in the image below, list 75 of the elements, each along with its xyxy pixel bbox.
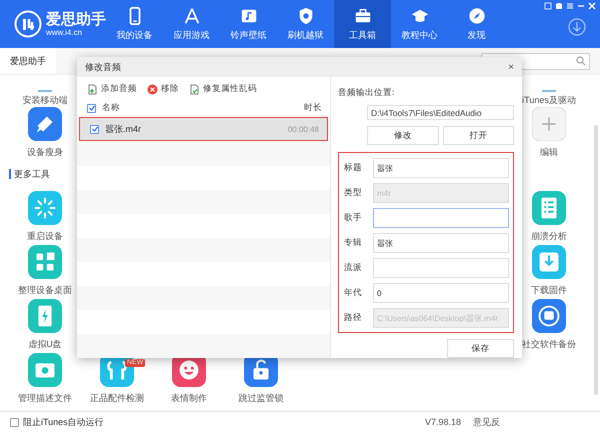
nav-tab[interactable]: 工具箱 xyxy=(334,0,391,48)
feedback-link[interactable]: 意见反 xyxy=(473,416,500,428)
toolbar-button[interactable]: 移除 xyxy=(147,83,179,95)
path-button[interactable]: 打开 xyxy=(442,126,514,145)
app-name: 爱思助手 xyxy=(46,12,106,28)
file-name: 嚣张.m4r xyxy=(105,122,142,136)
column-header[interactable]: 名称 xyxy=(102,102,298,114)
toolbar-button[interactable]: 修复属性乱码 xyxy=(189,83,257,95)
toolbar-button[interactable]: 添加音频 xyxy=(87,83,137,95)
file-row[interactable]: 嚣张.m4r 00:00:48 xyxy=(79,117,328,141)
checkbox[interactable] xyxy=(10,418,19,426)
tool-label: 正品配件检测 xyxy=(90,392,144,405)
tool-label: 跳过监管锁 xyxy=(238,392,284,405)
section-title: 更多工具 xyxy=(9,169,50,179)
remove-icon xyxy=(147,84,158,94)
shield-icon xyxy=(296,6,314,24)
website-url: www.i4.cn xyxy=(46,28,84,36)
tool-label: 管理描述文件 xyxy=(18,392,72,405)
output-path-field[interactable]: D:\i4Tools7\Files\EditedAudio xyxy=(367,105,514,120)
menu-icon[interactable] xyxy=(566,2,574,10)
field-label: 类型 xyxy=(344,187,363,199)
tool-label: 整理设备桌面 xyxy=(18,284,72,297)
field-label: 年代 xyxy=(344,287,363,299)
checkbox-label: 阻止iTunes自动运行 xyxy=(23,416,104,428)
tool-label: 崩溃分析 xyxy=(531,230,567,243)
tool-label: 编辑 xyxy=(540,146,558,159)
scrollbar[interactable] xyxy=(594,125,598,395)
tool-icon[interactable] xyxy=(532,299,566,333)
version-label: V7.98.18 xyxy=(424,417,461,427)
field-label: 专辑 xyxy=(344,237,363,249)
music-icon xyxy=(240,6,258,24)
path-button[interactable]: 修改 xyxy=(367,126,438,145)
checkbox[interactable] xyxy=(90,124,99,134)
text-field[interactable]: 嚣张 xyxy=(373,158,509,178)
nav-tab[interactable]: 铃声壁纸 xyxy=(220,0,277,48)
tool-label: 表情制作 xyxy=(171,392,207,405)
add-file-icon xyxy=(87,84,98,94)
text-field[interactable]: 嚣张 xyxy=(373,233,509,253)
nav-tab[interactable]: 发现 xyxy=(448,0,505,48)
close-button[interactable]: × xyxy=(508,62,514,72)
tool-label: 下载固件 xyxy=(531,284,567,297)
output-label: 音频输出位置: xyxy=(338,87,396,99)
repair-file-icon xyxy=(189,84,200,94)
compass-icon xyxy=(468,6,486,24)
tool-icon[interactable] xyxy=(532,107,566,141)
tool-label: 社交软件备份 xyxy=(522,338,576,351)
app-store-icon xyxy=(182,6,200,24)
tool-icon[interactable] xyxy=(28,107,62,141)
tool-label: 重启设备 xyxy=(27,230,63,243)
download-icon[interactable] xyxy=(568,18,586,36)
nav-tab[interactable]: 教程中心 xyxy=(391,0,448,48)
text-field[interactable] xyxy=(373,258,509,278)
field-label: 标题 xyxy=(344,162,363,174)
checkbox[interactable] xyxy=(87,104,96,112)
field-label: 歌手 xyxy=(344,212,363,224)
nav-tab[interactable]: 刷机越狱 xyxy=(277,0,334,48)
field-label: 流派 xyxy=(344,262,363,274)
tool-label: iTunes及驱动 xyxy=(522,94,576,107)
file-duration: 00:00:48 xyxy=(288,124,319,134)
text-field[interactable] xyxy=(373,208,509,228)
nav-tab[interactable]: 应用游戏 xyxy=(163,0,220,48)
field-label: 路径 xyxy=(344,312,363,324)
text-field[interactable]: 0 xyxy=(373,283,509,303)
search-icon xyxy=(576,56,586,66)
tool-label: 虚拟U盘 xyxy=(28,338,62,351)
dialog-title: 修改音频 xyxy=(85,60,121,74)
tool-label: 安装移动端 xyxy=(22,94,68,107)
nav-tab[interactable]: 我的设备 xyxy=(106,0,163,48)
sidebar-tab[interactable]: 爱思助手 xyxy=(0,48,56,74)
toolbox-icon xyxy=(354,6,372,24)
column-header[interactable]: 时长 xyxy=(304,102,322,114)
close-icon[interactable] xyxy=(588,2,596,10)
save-button[interactable]: 保存 xyxy=(447,339,514,358)
logo-icon xyxy=(14,10,42,38)
tool-label: 设备瘦身 xyxy=(27,146,63,159)
